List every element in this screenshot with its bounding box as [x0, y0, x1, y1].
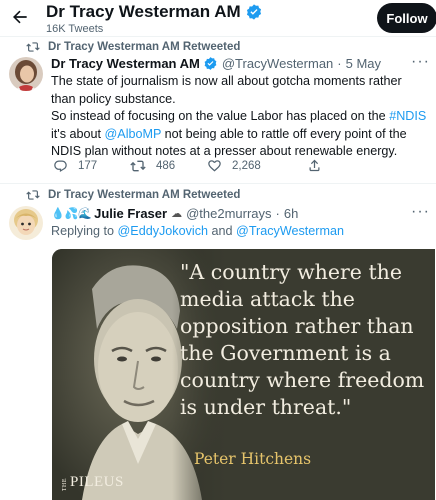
heart-icon — [208, 160, 221, 172]
tweet-text: The state of journalism is now all about… — [51, 73, 427, 161]
separator-dot: · — [275, 206, 280, 221]
avatar[interactable] — [9, 57, 43, 91]
brand-logo: THE PILEUS — [62, 474, 124, 491]
retweet-count: 486 — [156, 159, 176, 172]
retweet-label: Dr Tracy Westerman AM Retweeted — [48, 41, 241, 53]
share-icon — [309, 159, 320, 172]
mention-link[interactable]: @AlboMP — [105, 127, 162, 141]
mention-link[interactable]: @EddyJokovich — [118, 224, 209, 238]
tweet-actions: 177 486 2,268 — [53, 158, 332, 173]
reply-prefix: Replying to — [51, 224, 118, 238]
back-button[interactable] — [6, 3, 34, 31]
reply-count: 177 — [78, 159, 98, 172]
tweet-timestamp[interactable]: 6h — [284, 206, 298, 221]
verified-badge-icon — [246, 4, 261, 20]
author-handle[interactable]: @the2murrays — [186, 206, 271, 221]
reply-context: Replying to @EddyJokovich and @TracyWest… — [51, 223, 427, 241]
text-span: it's about — [51, 126, 105, 141]
avatar-cartoon — [9, 206, 43, 240]
follow-button[interactable]: Follow — [377, 3, 436, 33]
mention-link[interactable]: @TracyWesterman — [236, 224, 344, 238]
tweet-author-row: 💧💦🌊 Julie Fraser ☁ @the2murrays · 6h — [51, 206, 298, 221]
retweet-icon — [26, 42, 40, 52]
more-options-icon[interactable]: ··· — [411, 203, 430, 221]
tweet-paragraph: So instead of focusing on the value Labo… — [51, 108, 427, 161]
author-handle[interactable]: @TracyWesterman — [222, 56, 333, 71]
profile-name: Dr Tracy Westerman AM — [46, 2, 241, 21]
reply-icon — [54, 160, 67, 172]
text-span: So instead of focusing on the value Labo… — [51, 109, 390, 123]
author-name[interactable]: Julie Fraser — [94, 206, 167, 221]
quote-author: Peter Hitchens — [194, 450, 312, 468]
verified-badge-icon — [204, 57, 217, 70]
name-emoji: ☁ — [171, 207, 183, 220]
tweet-count: 16K Tweets — [46, 23, 104, 35]
avatar-photo — [9, 57, 43, 91]
tweet[interactable]: Dr Tracy Westerman AM Retweeted Dr Tracy… — [0, 37, 436, 182]
name-emoji: 💧💦🌊 — [51, 207, 93, 220]
tweet-paragraph: The state of journalism is now all about… — [51, 74, 402, 106]
more-options-icon[interactable]: ··· — [411, 53, 430, 71]
tweet-media-image[interactable]: "A country where the media attack the op… — [52, 249, 435, 500]
profile-name-row: Dr Tracy Westerman AM — [46, 2, 263, 22]
reply-button[interactable]: 177 — [53, 158, 130, 173]
tweet-timestamp[interactable]: 5 May — [346, 56, 381, 71]
hashtag-link[interactable]: #NDIS — [389, 109, 426, 123]
reply-and: and — [208, 224, 237, 238]
back-arrow-icon — [13, 10, 27, 24]
brand-name: PILEUS — [70, 474, 124, 490]
retweet-icon — [130, 160, 146, 171]
retweet-indicator: Dr Tracy Westerman AM Retweeted — [26, 189, 240, 201]
retweet-icon — [26, 190, 40, 200]
tweet-author-row: Dr Tracy Westerman AM @TracyWesterman · … — [51, 56, 381, 71]
avatar[interactable] — [9, 206, 43, 240]
retweet-button[interactable]: 486 — [130, 159, 207, 173]
quote-text: "A country where the media attack the op… — [180, 260, 425, 419]
author-name[interactable]: Dr Tracy Westerman AM — [51, 56, 200, 71]
like-button[interactable]: 2,268 — [207, 158, 307, 173]
brand-prefix: THE — [62, 477, 68, 491]
share-button[interactable] — [307, 158, 332, 173]
retweet-indicator: Dr Tracy Westerman AM Retweeted — [26, 41, 240, 53]
separator-dot: · — [337, 56, 342, 71]
retweet-label: Dr Tracy Westerman AM Retweeted — [48, 189, 241, 201]
like-count: 2,268 — [232, 159, 261, 172]
